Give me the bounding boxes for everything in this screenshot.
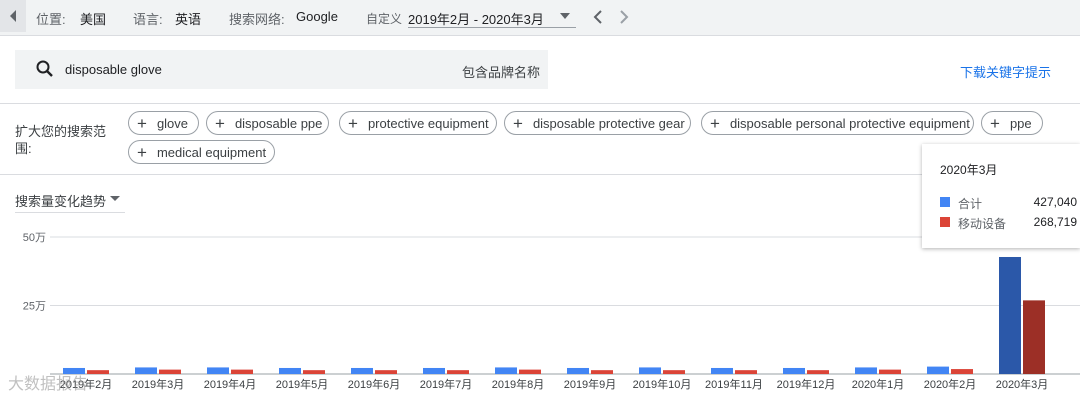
x-tick-label: 2019年10月 <box>633 377 692 391</box>
x-tick-label: 2019年5月 <box>276 377 329 391</box>
suggestion-chip-label: disposable protective gear <box>532 115 685 131</box>
suggestion-chip-label: disposable personal protective equipment <box>729 115 970 131</box>
bar-mobile <box>447 370 469 374</box>
include-brand-toggle[interactable]: 包含品牌名称 <box>462 62 540 81</box>
suggestion-chip[interactable]: + disposable protective gear <box>504 111 691 135</box>
previous-period-icon[interactable] <box>589 7 607 27</box>
x-tick-label: 2019年4月 <box>204 377 257 391</box>
suggestion-chip-label: medical equipment <box>156 144 267 160</box>
bar-mobile <box>807 370 829 374</box>
x-tick-label: 2019年3月 <box>132 377 185 391</box>
bar-mobile <box>951 369 973 374</box>
bar-total <box>495 367 517 374</box>
network-label: 搜索网络: <box>229 12 285 27</box>
tooltip-title: 2020年3月 <box>940 163 998 177</box>
network-value[interactable]: Google <box>296 9 338 24</box>
suggestion-chip[interactable]: + disposable personal protective equipmen… <box>701 111 974 135</box>
suggestion-chip-label: disposable ppe <box>234 115 323 131</box>
bar-total <box>855 367 877 374</box>
suggestion-chip[interactable]: + protective equipment <box>339 111 497 135</box>
x-tick-label: 2019年9月 <box>564 377 617 391</box>
bar-total <box>423 367 445 374</box>
custom-label: 自定义 <box>366 12 403 26</box>
plus-icon: + <box>990 113 1000 133</box>
bar-mobile <box>231 369 253 374</box>
tooltip-row-name: 移动设备 <box>958 217 1007 231</box>
bar-total <box>207 367 229 374</box>
bar-mobile <box>519 369 541 374</box>
bar-total <box>351 367 373 374</box>
trend-selector-label: 搜索量变化趋势 <box>15 194 107 209</box>
bar-mobile <box>87 370 109 374</box>
location-value[interactable]: 美国 <box>80 9 106 28</box>
suggestion-chip-label: glove <box>156 115 189 131</box>
bar-mobile <box>591 370 613 374</box>
y-tick-label: 25万 <box>23 301 46 313</box>
x-tick-label: 2019年8月 <box>492 377 545 391</box>
language-label: 语言: <box>133 12 163 27</box>
bar-mobile <box>879 369 901 374</box>
bar-mobile <box>663 370 685 374</box>
back-button[interactable] <box>0 0 26 32</box>
bar-total <box>279 367 301 374</box>
location-label: 位置: <box>36 12 66 27</box>
bar-total <box>783 367 805 374</box>
bar-mobile <box>1023 300 1045 374</box>
watermark-text: 大数据报告 <box>8 376 89 393</box>
bar-mobile <box>303 370 325 374</box>
plus-icon: + <box>137 113 147 133</box>
next-period-icon[interactable] <box>615 7 633 27</box>
date-range-value: 2019年2月 - 2020年3月 <box>408 12 544 27</box>
search-input[interactable]: disposable glove <box>65 62 162 77</box>
bar-total <box>135 367 157 374</box>
expand-search-label: 扩大您的搜索范围: <box>15 124 107 156</box>
plus-icon: + <box>137 142 147 162</box>
x-tick-label: 2019年12月 <box>777 377 836 391</box>
tooltip-row-value: 268,719 <box>1033 215 1077 229</box>
search-icon <box>36 60 53 77</box>
plus-icon: + <box>348 113 358 133</box>
bar-total <box>567 367 589 374</box>
back-arrow-icon <box>10 10 16 22</box>
total-swatch <box>940 197 950 207</box>
plus-icon: + <box>710 113 720 133</box>
plus-icon: + <box>215 113 225 133</box>
x-tick-label: 2019年7月 <box>420 377 473 391</box>
bar-mobile <box>375 370 397 374</box>
language-value[interactable]: 英语 <box>175 9 201 28</box>
suggestion-chip[interactable]: + medical equipment <box>128 140 275 164</box>
download-keywords-link[interactable]: 下载关键字提示 <box>960 62 1051 81</box>
suggestion-chip[interactable]: + ppe <box>981 111 1043 135</box>
top-toolbar: 位置: 美国 语言: 英语 搜索网络: Google 自定义 2019年2月 -… <box>0 0 1080 36</box>
bar-total <box>639 367 661 374</box>
mobile-swatch <box>940 217 950 227</box>
bar-total <box>927 366 949 374</box>
bar-total <box>711 367 733 374</box>
tooltip-row-name: 合计 <box>958 197 983 211</box>
bar-mobile <box>735 370 757 374</box>
tooltip-row-value: 427,040 <box>1033 195 1077 209</box>
tooltip-row-total: 合计 427,040 <box>940 194 1080 211</box>
chevron-down-icon <box>560 13 570 19</box>
suggestion-chip-label: ppe <box>1009 115 1032 131</box>
bar-mobile <box>159 369 181 374</box>
y-tick-label: 50万 <box>23 232 46 244</box>
chevron-down-icon <box>110 196 120 201</box>
keyword-search-box[interactable]: disposable glove 包含品牌名称 <box>15 50 548 89</box>
x-tick-label: 2020年3月 <box>996 377 1049 391</box>
suggestion-chip[interactable]: + disposable ppe <box>206 111 329 135</box>
search-volume-chart: 25万50万2019年2月 2019年3月 2019年4月 2019年5月 2019年6… <box>23 232 1080 391</box>
x-tick-label: 2019年6月 <box>348 377 401 391</box>
bar-total <box>999 256 1021 374</box>
plus-icon: + <box>513 113 523 133</box>
suggestion-chip[interactable]: + glove <box>128 111 199 135</box>
suggestion-chip-label: protective equipment <box>367 115 489 131</box>
trend-selector[interactable]: 搜索量变化趋势 <box>15 185 125 213</box>
x-tick-label: 2020年1月 <box>852 377 905 391</box>
chart-tooltip: 2020年3月 合计 427,040 移动设备 268,719 <box>922 144 1080 248</box>
x-tick-label: 2020年2月 <box>924 377 977 391</box>
tooltip-row-mobile: 移动设备 268,719 <box>940 214 1080 231</box>
x-tick-label: 2019年11月 <box>705 377 763 391</box>
date-range-dropdown[interactable]: 2019年2月 - 2020年3月 <box>408 7 576 28</box>
